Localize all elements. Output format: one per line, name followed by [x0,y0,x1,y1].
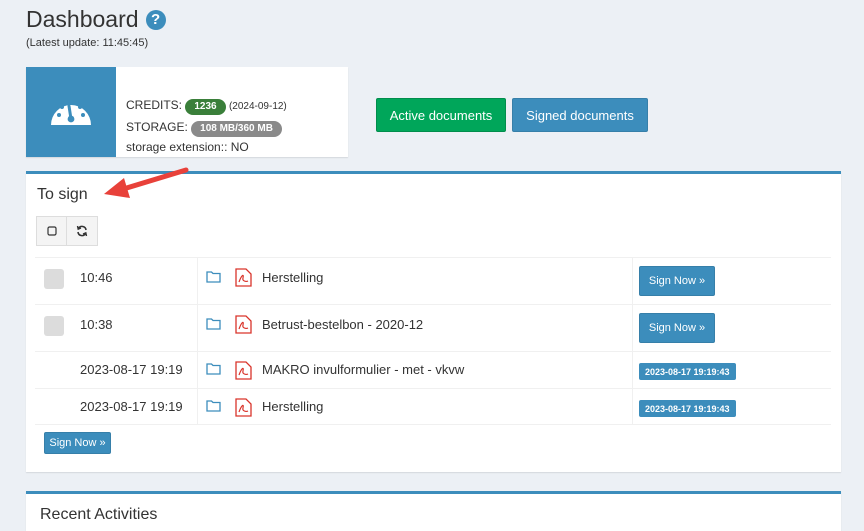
info-box: CREDITS: 1236 (2024-09-12) STORAGE: 108 … [26,67,348,157]
document-name[interactable]: Herstelling [262,399,323,414]
select-all-button[interactable] [36,216,67,246]
active-documents-button[interactable]: Active documents [376,98,506,132]
document-name[interactable]: Betrust-bestelbon - 2020-12 [262,317,423,332]
credits-line: CREDITS: 1236 (2024-09-12) [126,95,287,117]
pdf-icon [235,398,252,417]
row-checkbox[interactable] [44,316,64,336]
storage-line: STORAGE: 108 MB/360 MB [126,117,287,137]
page-title-text: Dashboard [26,6,139,32]
storage-extension-text: storage extension:: NO [126,140,249,154]
storage-label: STORAGE: [126,120,188,134]
row-time: 10:38 [80,317,113,332]
credits-badge: 1236 [185,99,226,115]
square-icon [46,226,57,236]
folder-icon[interactable] [206,317,221,330]
pdf-icon [235,361,252,380]
signed-date-label: 2023-08-17 19:19:43 [639,400,736,417]
credits-date: (2024-09-12) [228,101,287,112]
sign-now-bulk-button[interactable]: Sign Now » [44,432,111,454]
row-time: 10:46 [80,270,113,285]
help-icon[interactable]: ? [145,9,166,30]
storage-badge: 108 MB/360 MB [191,121,282,137]
document-name[interactable]: MAKRO invulformulier - met - vkvw [262,362,464,377]
table-row: 10:46 Herstelling Sign Now » [35,257,831,304]
refresh-button[interactable] [67,216,98,246]
recent-activities-title: Recent Activities [40,506,158,523]
row-checkbox[interactable] [44,269,64,289]
pdf-icon [235,268,252,287]
red-arrow-annotation-icon [104,167,189,198]
page-title: Dashboard ? [26,6,166,33]
folder-icon[interactable] [206,270,221,283]
signed-date-label: 2023-08-17 19:19:43 [639,363,736,380]
row-time: 2023-08-17 19:19 [80,362,183,377]
table-row: 10:38 Betrust-bestelbon - 2020-12 Sign N… [35,304,831,351]
last-update-text: (Latest update: 11:45:45) [26,37,149,49]
recent-activities-box: Recent Activities [26,491,841,531]
to-sign-title: To sign [37,186,88,203]
refresh-icon [76,225,88,237]
table-row: 2023-08-17 19:19 Herstelling 2023-08-17 … [35,388,831,425]
folder-icon[interactable] [206,362,221,375]
document-name[interactable]: Herstelling [262,270,323,285]
signed-documents-button[interactable]: Signed documents [512,98,648,132]
row-time: 2023-08-17 19:19 [80,399,183,414]
folder-icon[interactable] [206,399,221,412]
toolbar [36,216,98,246]
table-row: 2023-08-17 19:19 MAKRO invulformulier - … [35,351,831,388]
to-sign-box: To sign 10:46 Herstelling Sign Now » 10:… [26,171,841,472]
sign-now-button[interactable]: Sign Now » [639,313,715,343]
pdf-icon [235,315,252,334]
credits-label: CREDITS: [126,98,183,112]
info-content: CREDITS: 1236 (2024-09-12) STORAGE: 108 … [116,67,287,157]
dashboard-gauge-icon [26,67,116,157]
sign-now-button[interactable]: Sign Now » [639,266,715,296]
